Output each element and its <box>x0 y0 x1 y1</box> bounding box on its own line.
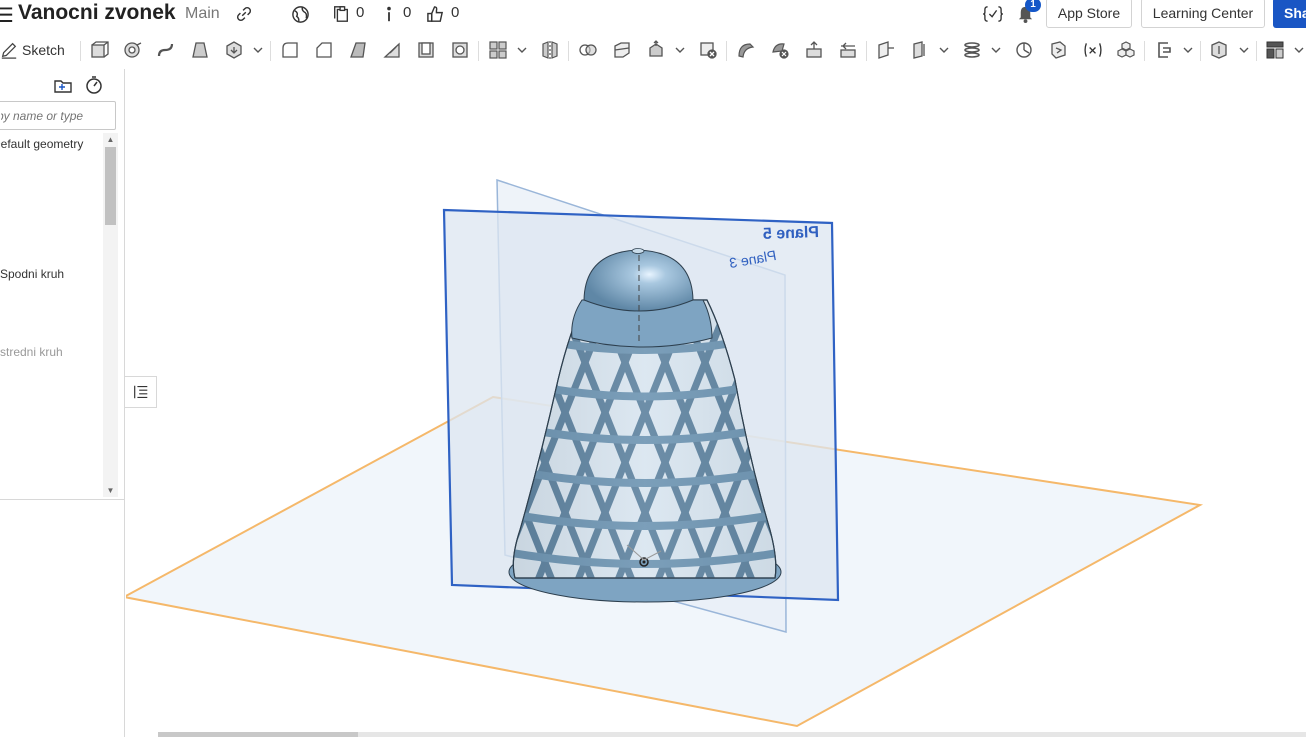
notification-badge: 1 <box>1025 0 1041 12</box>
bottom-scrollbar-thumb[interactable] <box>158 732 358 737</box>
fillet-icon[interactable] <box>279 39 301 61</box>
chevron-down-icon[interactable] <box>1294 45 1304 55</box>
helix-icon[interactable] <box>961 39 983 61</box>
feature-list-panel: ) Default geometry Spodni kruh stredni k… <box>0 69 125 737</box>
sketch-label: Sketch <box>22 42 65 58</box>
sketch-pencil-icon <box>0 41 18 59</box>
variable-icon[interactable] <box>981 3 1005 25</box>
learning-center-button[interactable]: Learning Center <box>1141 0 1265 28</box>
frame-icon[interactable] <box>1208 39 1230 61</box>
scroll-up-arrow-icon[interactable]: ▲ <box>106 135 115 144</box>
model-canvas[interactable] <box>126 69 1306 737</box>
toolbar-separator <box>726 41 727 61</box>
extrude-icon[interactable] <box>88 39 110 61</box>
toolbar-separator <box>1256 41 1257 61</box>
toolbar-separator <box>866 41 867 61</box>
hole-icon[interactable] <box>449 39 471 61</box>
delete-part-icon[interactable] <box>697 39 719 61</box>
chevron-down-icon[interactable] <box>939 45 949 55</box>
mate-connector-icon[interactable] <box>909 39 931 61</box>
chevron-down-icon[interactable] <box>253 45 263 55</box>
dome-top-hole <box>631 248 645 254</box>
split-icon[interactable] <box>611 39 633 61</box>
modify-fillet-icon[interactable] <box>735 39 757 61</box>
scrollbar-thumb[interactable] <box>105 147 116 225</box>
share-button[interactable]: Share <box>1273 0 1306 28</box>
feature-filter-box[interactable] <box>0 101 116 130</box>
toolbar-separator <box>478 41 479 61</box>
branch-name[interactable]: Main <box>185 5 220 23</box>
chamfer-icon[interactable] <box>313 39 335 61</box>
sketch-button[interactable]: Sketch <box>0 37 65 63</box>
app-store-button[interactable]: App Store <box>1046 0 1132 28</box>
toolbar-separator <box>270 41 271 61</box>
variable-fx-icon[interactable] <box>1081 39 1105 61</box>
add-folder-icon[interactable] <box>53 76 73 101</box>
versions-icon[interactable] <box>330 3 352 25</box>
plane-icon[interactable] <box>875 39 897 61</box>
globe-icon[interactable] <box>289 3 311 25</box>
shell-icon[interactable] <box>415 39 437 61</box>
info-count: 0 <box>403 4 412 21</box>
thicken-icon[interactable] <box>223 39 245 61</box>
move-face-icon[interactable] <box>803 39 825 61</box>
top-bar: ☰ Vanocni zvonek Main 0 0 0 1 App Store … <box>0 0 1306 30</box>
feature-item-default-geometry[interactable]: Default geometry <box>0 137 83 151</box>
revolve-icon[interactable] <box>121 39 143 61</box>
feature-item-spodni-kruh[interactable]: Spodni kruh <box>0 267 64 281</box>
feature-item-stredni-kruh[interactable]: stredni kruh <box>0 345 63 359</box>
scroll-down-arrow-icon[interactable]: ▼ <box>106 486 115 495</box>
versions-count: 0 <box>356 4 365 21</box>
document-title[interactable]: Vanocni zvonek <box>18 1 176 25</box>
like-icon[interactable] <box>424 3 446 25</box>
chevron-down-icon[interactable] <box>1239 45 1249 55</box>
chevron-down-icon[interactable] <box>517 45 527 55</box>
chevron-down-icon[interactable] <box>1183 45 1193 55</box>
chevron-down-icon[interactable] <box>991 45 1001 55</box>
toolbar-separator <box>1200 41 1201 61</box>
measure-icon[interactable] <box>1013 39 1035 61</box>
loft-icon[interactable] <box>189 39 211 61</box>
feature-toolbar: Sketch <box>0 33 1306 67</box>
menu-icon[interactable]: ☰ <box>0 3 14 28</box>
toolbar-separator <box>568 41 569 61</box>
boolean-icon[interactable] <box>577 39 599 61</box>
feature-panel-header: ) <box>0 69 124 101</box>
rollback-timer-icon[interactable] <box>84 75 104 100</box>
feature-tree: Default geometry Spodni kruh stredni kru… <box>0 133 102 497</box>
replace-face-icon[interactable] <box>837 39 859 61</box>
parts-icon[interactable] <box>1115 39 1137 61</box>
toolbar-separator <box>1144 41 1145 61</box>
origin-marker-dot <box>642 560 646 564</box>
chevron-down-icon[interactable] <box>675 45 685 55</box>
feature-filter-input[interactable] <box>0 102 115 129</box>
mirror-icon[interactable] <box>539 39 561 61</box>
surface-icon[interactable] <box>1264 39 1286 61</box>
feature-list-scrollbar[interactable]: ▲ ▼ <box>103 133 118 497</box>
draft-icon[interactable] <box>347 39 369 61</box>
rib-icon[interactable] <box>381 39 403 61</box>
sweep-icon[interactable] <box>155 39 177 61</box>
link-icon[interactable] <box>233 3 255 25</box>
pattern-icon[interactable] <box>487 39 509 61</box>
toolbar-separator <box>80 41 81 61</box>
likes-count: 0 <box>451 4 460 21</box>
panel-divider <box>0 499 124 500</box>
sheet-metal-icon[interactable] <box>1153 39 1175 61</box>
bottom-scrollbar[interactable] <box>158 732 1306 737</box>
graphics-viewport[interactable]: Plane 5 Plane 3 <box>126 69 1306 737</box>
info-icon[interactable] <box>378 3 400 25</box>
section-icon[interactable] <box>1047 39 1069 61</box>
delete-face-icon[interactable] <box>769 39 791 61</box>
transform-icon[interactable] <box>645 39 667 61</box>
plane-5-label[interactable]: Plane 5 <box>763 224 820 244</box>
onshape-app: ☰ Vanocni zvonek Main 0 0 0 1 App Store … <box>0 0 1306 737</box>
